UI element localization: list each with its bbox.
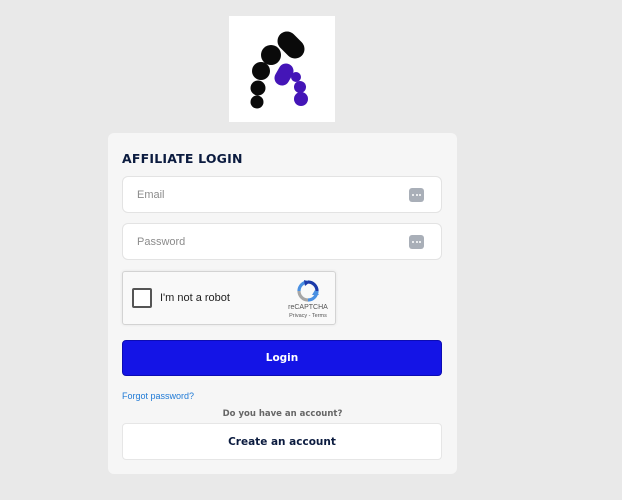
login-card: AFFILIATE LOGIN I'm not a robot bbox=[108, 133, 457, 474]
recaptcha-checkbox[interactable] bbox=[132, 288, 152, 308]
email-input[interactable] bbox=[123, 177, 441, 212]
recaptcha-label: I'm not a robot bbox=[160, 292, 230, 304]
password-input[interactable] bbox=[123, 224, 441, 259]
recaptcha-logo-icon bbox=[297, 280, 319, 302]
recaptcha-brand: reCAPTCHA bbox=[288, 304, 328, 311]
forgot-password-link[interactable]: Forgot password? bbox=[122, 391, 194, 401]
password-manager-icon[interactable] bbox=[409, 235, 424, 249]
password-manager-icon[interactable] bbox=[409, 188, 424, 202]
email-field[interactable] bbox=[122, 176, 442, 213]
recaptcha-widget: I'm not a robot reCAPTCHA Privacy - Term… bbox=[122, 271, 336, 325]
logo bbox=[229, 16, 335, 122]
card-title: AFFILIATE LOGIN bbox=[122, 151, 243, 166]
create-account-button[interactable]: Create an account bbox=[122, 423, 442, 460]
have-account-text: Do you have an account? bbox=[222, 409, 343, 419]
login-page: AFFILIATE LOGIN I'm not a robot bbox=[0, 0, 622, 500]
recaptcha-privacy-terms[interactable]: Privacy - Terms bbox=[285, 313, 331, 319]
affiliate-logo-icon bbox=[250, 31, 308, 109]
login-button[interactable]: Login bbox=[122, 340, 442, 376]
password-field[interactable] bbox=[122, 223, 442, 260]
